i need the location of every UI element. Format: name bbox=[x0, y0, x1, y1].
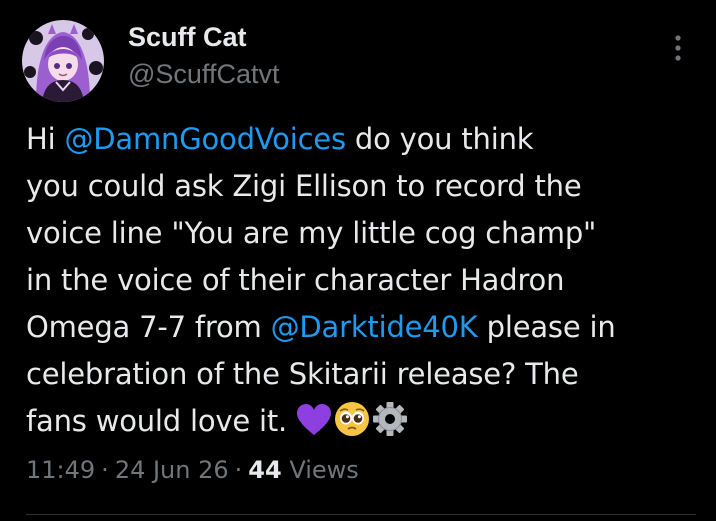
handle[interactable]: @ScuffCatvt bbox=[128, 57, 279, 91]
views-count: 44 bbox=[248, 456, 282, 484]
pleading-face-icon bbox=[334, 401, 370, 451]
tweet[interactable]: Scuff Cat @ScuffCatvt Hi @DamnGoodVoices… bbox=[0, 0, 716, 521]
tweet-text-segment: fans would love it. bbox=[26, 404, 297, 438]
more-options-button[interactable] bbox=[660, 30, 696, 66]
tweet-text-segment: voice line "You are my little cog champ" bbox=[26, 216, 597, 250]
tweet-text-segment: do you think bbox=[345, 122, 534, 156]
tweet-text-segment: in the voice of their character Hadron bbox=[26, 263, 565, 297]
tweet-text-segment: celebration of the Skitarii release? The bbox=[26, 357, 579, 391]
tweet-text-line: Hi @DamnGoodVoices do you think bbox=[26, 116, 706, 163]
views-label: Views bbox=[289, 456, 359, 484]
meta-separator: · bbox=[101, 456, 109, 484]
divider bbox=[26, 514, 696, 515]
tweet-text-line: in the voice of their character Hadron bbox=[26, 257, 706, 304]
mention-link[interactable]: @Darktide40K bbox=[271, 310, 478, 344]
meta-separator: · bbox=[234, 456, 243, 484]
tweet-text-line: celebration of the Skitarii release? The bbox=[26, 351, 706, 398]
tweet-text-segment: Hi bbox=[26, 122, 65, 156]
timestamp-time[interactable]: 11:49 bbox=[26, 456, 95, 484]
display-name[interactable]: Scuff Cat bbox=[128, 20, 279, 54]
tweet-text-line: voice line "You are my little cog champ" bbox=[26, 210, 706, 257]
tweet-text-line: fans would love it. bbox=[26, 398, 706, 451]
tweet-text-segment: you could ask Zigi Ellison to record the bbox=[26, 169, 582, 203]
tweet-text-line: you could ask Zigi Ellison to record the bbox=[26, 163, 706, 210]
timestamp-date[interactable]: 24 Jun 26 bbox=[115, 456, 229, 484]
tweet-text-line: Omega 7-7 from @Darktide40K please in bbox=[26, 304, 706, 351]
purple-heart-icon bbox=[296, 403, 332, 451]
mention-link[interactable]: @DamnGoodVoices bbox=[64, 122, 346, 156]
avatar-image bbox=[22, 20, 104, 102]
tweet-text-segment: Omega 7-7 from bbox=[26, 310, 271, 344]
tweet-text: Hi @DamnGoodVoices do you think you could… bbox=[26, 116, 706, 451]
author-info: Scuff Cat @ScuffCatvt bbox=[128, 20, 279, 91]
tweet-meta: 11:49 · 24 Jun 26 · 44 Views bbox=[26, 452, 359, 488]
tweet-text-segment: please in bbox=[477, 310, 616, 344]
more-vertical-icon bbox=[675, 35, 681, 61]
gear-icon bbox=[372, 401, 408, 451]
avatar[interactable] bbox=[22, 20, 104, 102]
